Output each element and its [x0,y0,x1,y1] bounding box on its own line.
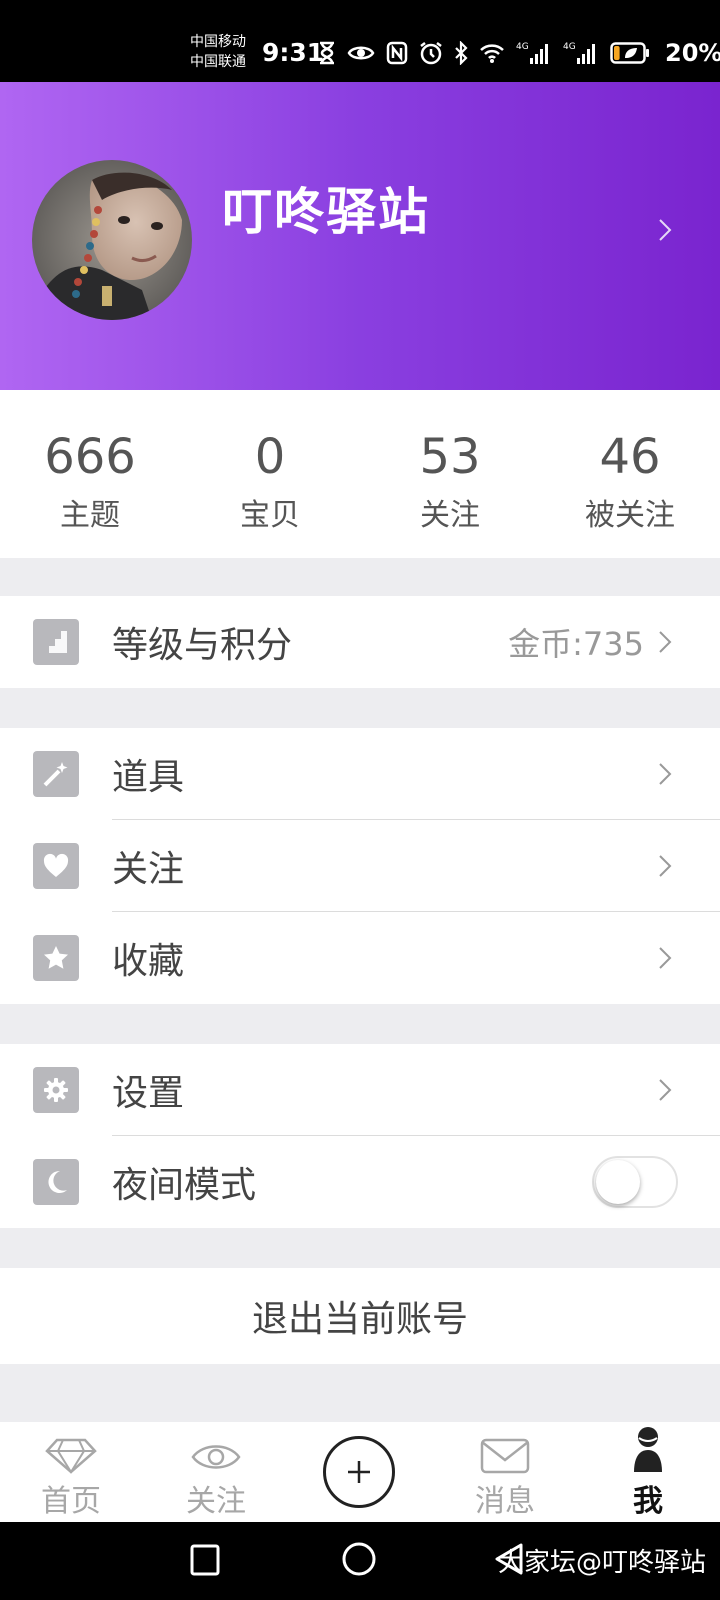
menu-item-label: 夜间模式 [112,1165,257,1206]
logout-button[interactable]: 退出当前账号 [0,1268,720,1364]
svg-text:4G: 4G [563,42,576,52]
menu-item-label: 道具 [112,757,185,798]
avatar[interactable] [32,160,192,320]
carrier-2: 中国联通 [190,54,246,70]
menu-item-favorites[interactable]: 收藏 [0,912,720,1004]
stat-value: 666 [44,429,136,485]
magic-wand-icon [33,751,79,797]
menu-item-props[interactable]: 道具 [0,728,720,820]
stat-treasures[interactable]: 0 宝贝 [180,390,360,558]
moon-icon [33,1159,79,1205]
nfc-icon [386,41,408,65]
stat-value: 0 [254,429,286,485]
eye-icon [191,1445,241,1469]
tab-me[interactable]: 我 [593,1422,703,1522]
menu-card-items: 道具 关注 收藏 [0,728,720,1004]
stat-label: 被关注 [585,498,675,533]
status-bar: 中国移动 中国联通 9:31 4G 4G 20% [0,0,720,82]
chevron-right-icon [659,631,672,653]
alarm-icon [420,42,442,65]
person-icon [634,1427,662,1472]
battery-icon [610,42,649,64]
status-icons: 4G 4G 20% [318,38,720,68]
menu-item-label: 关注 [112,849,185,890]
chevron-right-icon[interactable] [658,218,672,242]
chevron-right-icon [659,947,672,969]
home-icon[interactable] [342,1542,376,1576]
menu-item-level[interactable]: 等级与积分 金币:735 [0,596,720,688]
add-post-button[interactable] [323,1436,395,1508]
profile-header[interactable]: 叮咚驿站 [0,82,720,390]
signal-icon-2: 4G [563,42,595,64]
chevron-right-icon [659,1079,672,1101]
tab-label: 消息 [475,1484,535,1519]
eye-icon [347,46,375,60]
tab-label: 我 [633,1484,663,1519]
tab-following[interactable]: 关注 [161,1422,271,1522]
plus-icon [348,1461,370,1483]
svg-text:4G: 4G [516,42,529,52]
username: 叮咚驿站 [222,183,430,241]
battery-percent: 20% [665,39,720,67]
stat-value: 53 [419,429,481,485]
menu-item-label: 收藏 [112,941,185,982]
status-time: 9:31 [262,38,325,67]
chevron-right-icon [659,763,672,785]
stat-label: 关注 [420,498,480,533]
night-mode-toggle[interactable] [592,1156,678,1208]
menu-item-label: 设置 [112,1073,185,1114]
menu-item-night-mode: 夜间模式 [0,1136,720,1228]
heart-icon [33,843,79,889]
tab-label: 关注 [186,1484,246,1519]
stat-followers[interactable]: 46 被关注 [540,390,720,558]
bluetooth-icon [455,41,468,65]
star-icon [33,935,79,981]
mail-icon [480,1438,530,1474]
stat-value: 46 [599,429,661,485]
menu-item-follow[interactable]: 关注 [0,820,720,912]
carrier-1: 中国移动 [190,34,246,50]
signal-icon-1: 4G [516,42,548,64]
menu-item-settings[interactable]: 设置 [0,1044,720,1136]
recent-apps-icon[interactable] [190,1544,220,1576]
level-icon [33,619,79,665]
carrier-names: 中国移动 中国联通 [190,32,246,72]
toggle-knob [596,1160,640,1204]
coins-value: 金币:735 [508,625,644,663]
watermark: 大家坛@叮咚驿站 [497,1548,706,1578]
tab-messages[interactable]: 消息 [450,1422,560,1522]
stat-following[interactable]: 53 关注 [360,390,540,558]
wifi-icon [480,44,504,63]
hourglass-icon [320,41,334,65]
stats-bar: 666 主题 0 宝贝 53 关注 46 被关注 [0,390,720,558]
stat-label: 宝贝 [240,498,300,533]
chevron-right-icon [659,855,672,877]
bottom-tab-bar: 首页 关注 消息 我 [0,1422,720,1522]
tab-label: 首页 [41,1484,101,1519]
stat-label: 主题 [60,498,120,533]
stat-topics[interactable]: 666 主题 [0,390,180,558]
gear-icon [33,1067,79,1113]
diamond-icon [45,1438,97,1474]
menu-item-label: 等级与积分 [112,625,293,666]
menu-card-settings: 设置 夜间模式 [0,1044,720,1228]
system-nav-bar: 大家坛@叮咚驿站 [0,1522,720,1600]
tab-home[interactable]: 首页 [16,1422,126,1522]
level-card: 等级与积分 金币:735 [0,596,720,688]
